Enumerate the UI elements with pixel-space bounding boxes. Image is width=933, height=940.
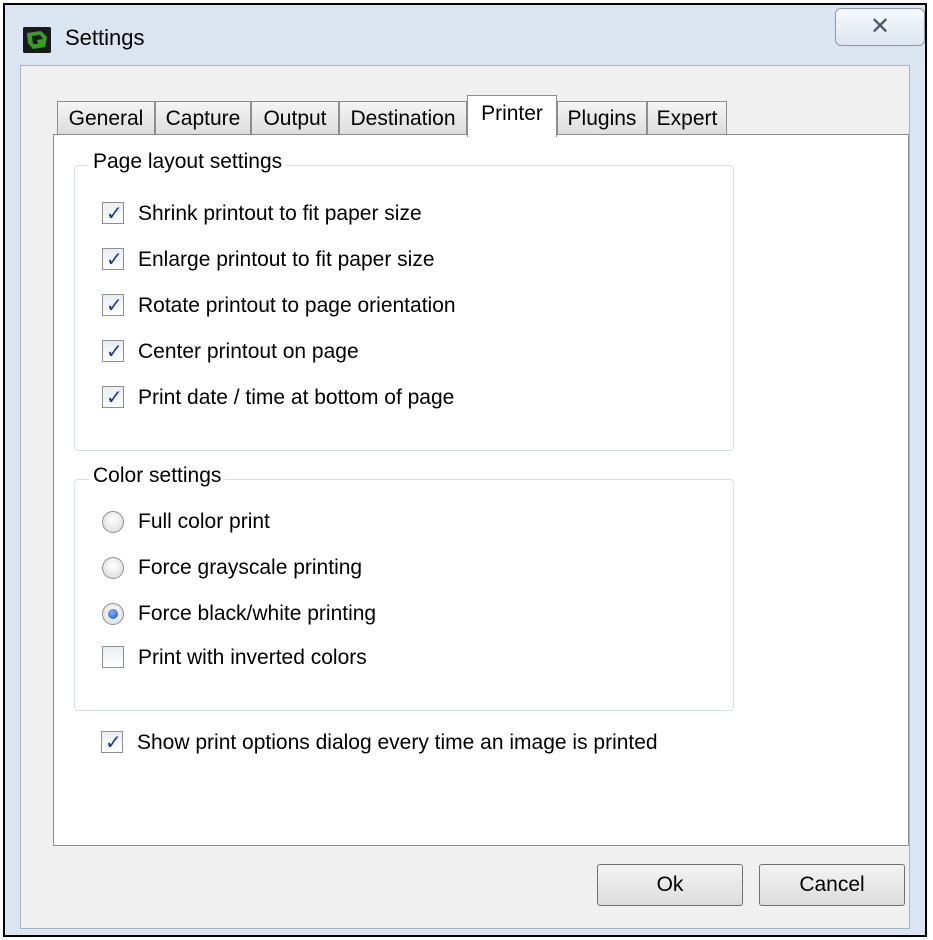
dialog-client-area: General Capture Output Destination Print… [20,65,910,929]
tab-output[interactable]: Output [251,101,339,135]
color-settings-title: Color settings [89,464,226,488]
shrink-label: Shrink printout to fit paper size [138,202,422,225]
page-layout-group: Page layout settings Shrink printout to … [74,150,734,451]
greenshot-app-icon [23,27,51,53]
grayscale-radio[interactable] [102,557,124,579]
page-layout-title: Page layout settings [89,150,287,174]
full-color-label: Full color print [138,510,270,533]
color-settings-group: Color settings Full color print Force gr… [74,464,734,711]
full-color-radio[interactable] [102,511,124,533]
show-dialog-checkbox[interactable] [101,730,123,754]
invert-colors-label: Print with inverted colors [138,646,367,669]
grayscale-label: Force grayscale printing [138,556,363,579]
black-white-radio[interactable] [102,603,124,625]
black-white-label: Force black/white printing [138,602,377,625]
settings-window: Settings ✕ General Capture Output Destin… [3,3,927,937]
tab-printer[interactable]: Printer [467,95,557,137]
print-date-label: Print date / time at bottom of page [138,386,455,409]
shrink-checkbox[interactable] [102,201,124,225]
tab-expert[interactable]: Expert [647,101,727,135]
ok-button[interactable]: Ok [597,864,743,906]
tab-capture[interactable]: Capture [155,101,251,135]
rotate-label: Rotate printout to page orientation [138,294,456,317]
enlarge-checkbox[interactable] [102,247,124,271]
center-label: Center printout on page [138,340,359,363]
enlarge-label: Enlarge printout to fit paper size [138,248,435,271]
close-button[interactable]: ✕ [835,8,925,46]
cancel-button[interactable]: Cancel [759,864,905,906]
print-date-checkbox[interactable] [102,385,124,409]
printer-tab-panel: Page layout settings Shrink printout to … [53,134,909,846]
window-title: Settings [65,25,145,50]
tab-plugins[interactable]: Plugins [557,101,647,135]
tab-general[interactable]: General [57,101,155,135]
tab-destination[interactable]: Destination [339,101,467,135]
close-icon: ✕ [869,13,891,40]
center-checkbox[interactable] [102,339,124,363]
invert-colors-checkbox[interactable] [102,646,124,668]
show-dialog-label: Show print options dialog every time an … [137,731,658,754]
title-bar: Settings ✕ [5,5,925,65]
rotate-checkbox[interactable] [102,293,124,317]
